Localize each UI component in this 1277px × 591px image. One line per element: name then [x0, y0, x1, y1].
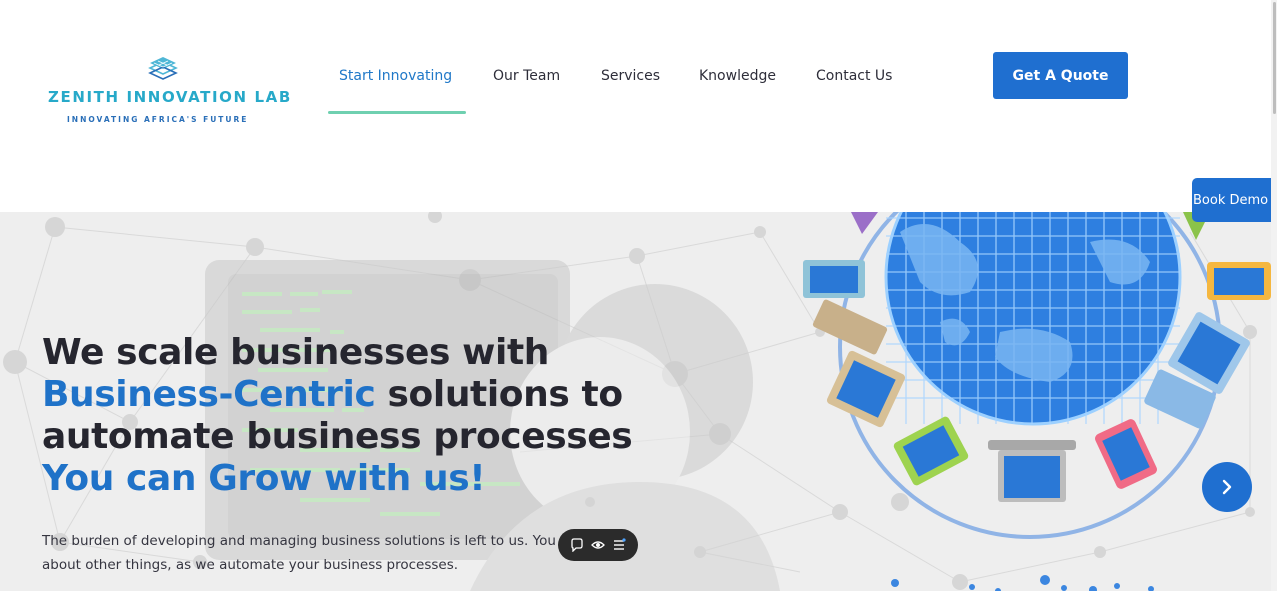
headline-line-2-rest: solutions to: [375, 374, 624, 415]
logo-tagline: INNOVATING AFRICA'S FUTURE: [67, 115, 249, 124]
nav-active-indicator: [328, 111, 466, 114]
hero-headline: We scale businesses with Business-Centri…: [42, 332, 633, 500]
headline-line-2: Business-Centric solutions to: [42, 374, 632, 416]
hero-section: We scale businesses with Business-Centri…: [0, 212, 1277, 591]
scrollbar-thumb[interactable]: [1273, 2, 1276, 114]
nav-our-team[interactable]: Our Team: [493, 68, 560, 84]
nav-knowledge[interactable]: Knowledge: [699, 68, 776, 84]
nav-services[interactable]: Services: [601, 68, 660, 84]
layers-logo-icon: [148, 57, 178, 80]
nav-contact-us[interactable]: Contact Us: [816, 68, 892, 84]
floating-toolbar: [558, 529, 638, 561]
site-header: ZENITH INNOVATION LAB INNOVATING AFRICA'…: [0, 0, 1277, 212]
headline-line-1: We scale businesses with: [42, 332, 550, 373]
menu-icon[interactable]: [611, 537, 627, 553]
book-demo-tab[interactable]: Book Demo: [1192, 178, 1277, 222]
headline-highlight: Business-Centric: [42, 374, 376, 415]
slider-next-button[interactable]: [1202, 462, 1252, 512]
comment-icon[interactable]: [569, 537, 585, 553]
headline-line-3: automate business processes: [42, 416, 633, 457]
get-a-quote-button[interactable]: Get A Quote: [993, 52, 1128, 99]
headline-line-4: You can Grow with us!: [42, 458, 486, 499]
nav-start-innovating[interactable]: Start Innovating: [339, 68, 452, 84]
chevron-right-icon: [1222, 479, 1232, 495]
logo[interactable]: ZENITH INNOVATION LAB INNOVATING AFRICA'…: [46, 56, 292, 128]
logo-title: ZENITH INNOVATION LAB: [48, 88, 292, 106]
eye-icon[interactable]: [590, 537, 606, 553]
